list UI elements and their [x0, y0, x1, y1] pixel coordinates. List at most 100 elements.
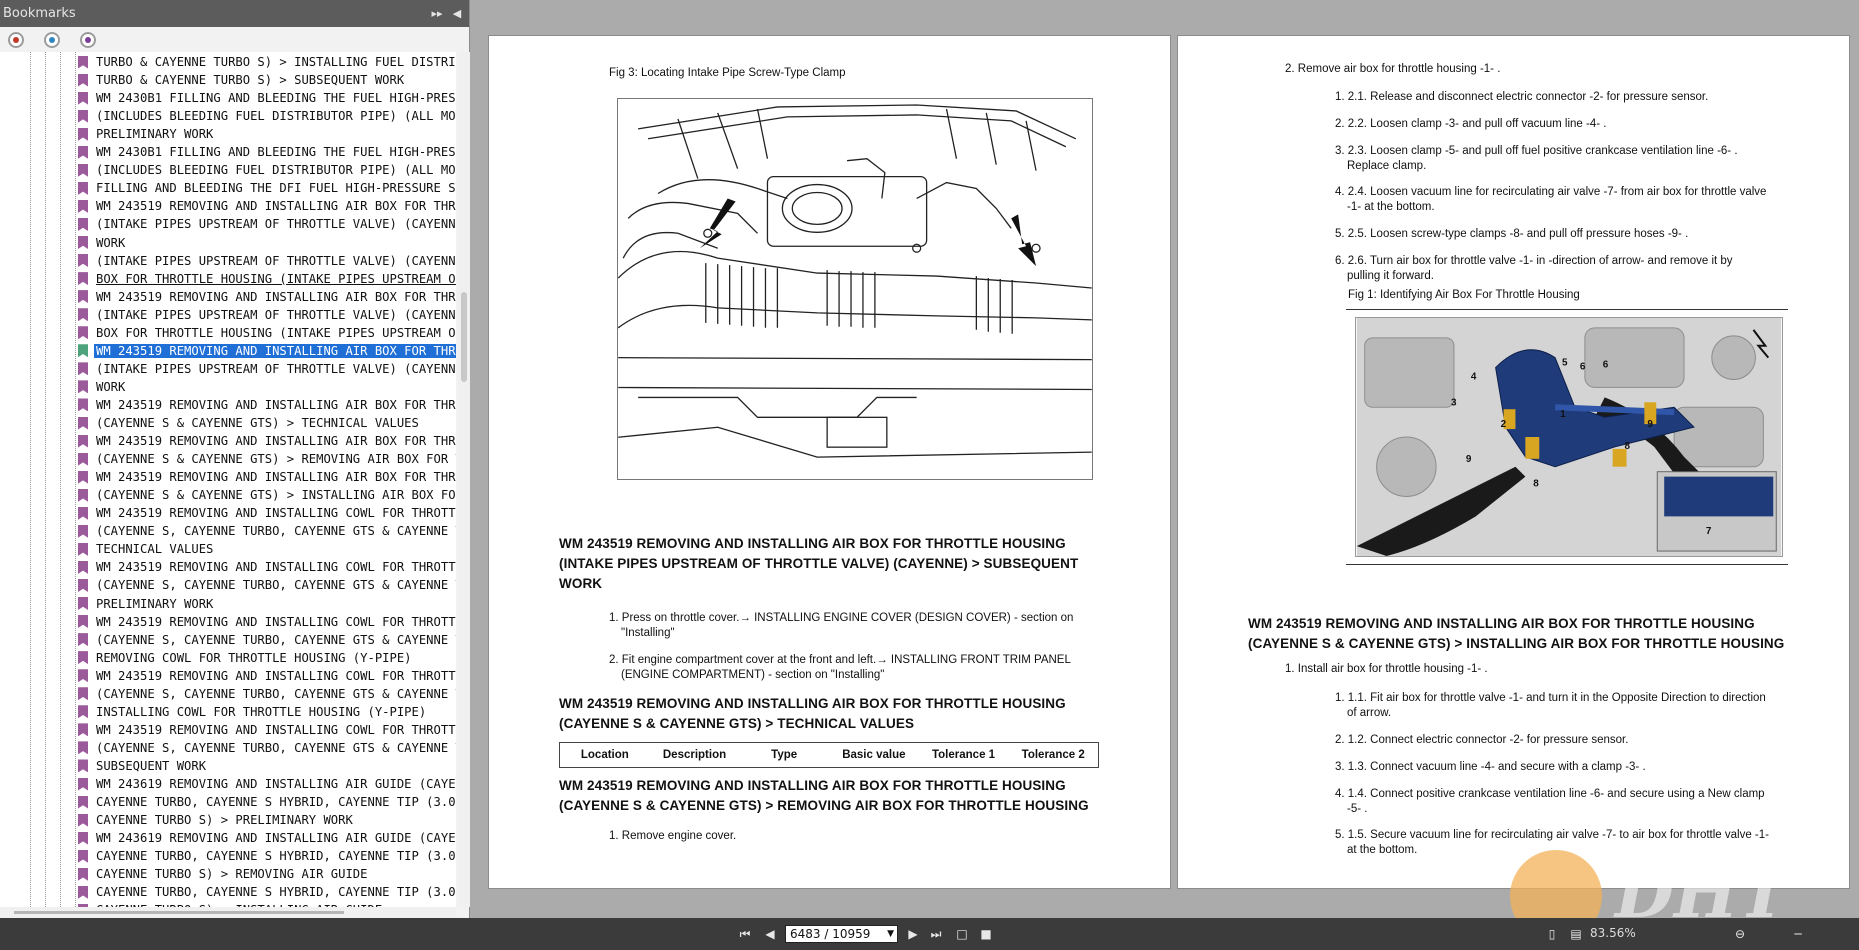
continuous-view-icon[interactable]: ▤ [1568, 926, 1584, 942]
bookmark-icon [78, 416, 88, 430]
bookmark-label: PRELIMINARY WORK [96, 596, 214, 611]
bookmark-item[interactable]: INSTALLING COWL FOR THROTTLE HOUSING (Y-… [78, 703, 456, 721]
bookmark-icon [78, 290, 88, 304]
bookmark-item[interactable]: (INTAKE PIPES UPSTREAM OF THROTTLE VALVE… [78, 360, 456, 378]
bookmark-label: (CAYENNE S & CAYENNE GTS) > TECHNICAL VA… [96, 416, 419, 430]
page-number-input[interactable]: 6483 / 10959 ▼ [785, 925, 898, 943]
bookmark-item[interactable]: WORK [78, 234, 456, 252]
bookmarks-tree[interactable]: TURBO & CAYENNE TURBO S) > INSTALLING FU… [0, 52, 456, 907]
bookmark-item[interactable]: WM 243519 REMOVING AND INSTALLING AIR BO… [78, 432, 456, 450]
bookmark-icon [78, 55, 88, 69]
bookmark-label: WM 243519 REMOVING AND INSTALLING AIR BO… [96, 470, 456, 485]
bookmarks-horizontal-scrollbar[interactable] [0, 907, 456, 918]
first-page-icon[interactable]: ⏮ [737, 926, 753, 942]
bookmark-item[interactable]: WORK [78, 378, 456, 396]
bookmark-item[interactable]: (CAYENNE S & CAYENNE GTS) > TECHNICAL VA… [78, 414, 456, 432]
bookmark-icon [78, 831, 88, 845]
bookmark-label: WM 243519 REMOVING AND INSTALLING AIR BO… [96, 434, 456, 449]
fig1-label-4: 4 [1471, 371, 1477, 382]
bookmark-icon [78, 326, 88, 340]
bookmark-item[interactable]: WM 243519 REMOVING AND INSTALLING AIR BO… [78, 396, 456, 414]
bookmark-item[interactable]: WM 243519 REMOVING AND INSTALLING AIR BO… [78, 288, 456, 306]
bookmark-icon [78, 705, 88, 719]
bookmark-item[interactable]: WM 2430B1 FILLING AND BLEEDING THE FUEL … [78, 143, 456, 161]
bookmark-item[interactable]: WM 243619 REMOVING AND INSTALLING AIR GU… [78, 829, 456, 847]
bookmark-item[interactable]: TURBO & CAYENNE TURBO S) > SUBSEQUENT WO… [78, 71, 456, 89]
bookmark-item[interactable]: (INCLUDES BLEEDING FUEL DISTRIBUTOR PIPE… [78, 107, 456, 125]
status-bar: ⏮ ◀ 6483 / 10959 ▼ ▶ ⏭ □ ■ ▯ ▤ 83.56% ⊖ … [0, 918, 1859, 950]
previous-view-icon[interactable]: □ [954, 926, 970, 942]
bookmark-item[interactable]: (INTAKE PIPES UPSTREAM OF THROTTLE VALVE… [78, 306, 456, 324]
bookmark-item[interactable]: CAYENNE TURBO S) > REMOVING AIR GUIDE [78, 865, 456, 883]
fig1-label-9a: 9 [1647, 419, 1653, 430]
bookmark-item[interactable]: (CAYENNE S, CAYENNE TURBO, CAYENNE GTS &… [78, 739, 456, 757]
bookmark-item[interactable]: WM 243519 REMOVING AND INSTALLING AIR BO… [78, 197, 456, 215]
bookmark-label: WM 243519 REMOVING AND INSTALLING COWL F… [96, 506, 456, 521]
bookmark-item[interactable]: CAYENNE TURBO, CAYENNE S HYBRID, CAYENNE… [78, 793, 456, 811]
table-header-location: Location [580, 749, 629, 761]
bookmark-item[interactable]: WM 243519 REMOVING AND INSTALLING COWL F… [78, 613, 456, 631]
bookmarks-vertical-scrollbar[interactable] [458, 52, 470, 907]
expand-panel-icon[interactable]: ▸▸ [429, 6, 445, 22]
zoom-slider-icon[interactable]: ─ [1790, 926, 1806, 942]
bookmark-item[interactable]: TURBO & CAYENNE TURBO S) > INSTALLING FU… [78, 53, 456, 71]
collapse-bookmark-icon[interactable] [44, 31, 60, 48]
bookmark-item[interactable]: WM 243519 REMOVING AND INSTALLING AIR BO… [78, 468, 456, 486]
collapse-panel-icon[interactable]: ◀ [449, 6, 465, 22]
bookmark-icon [78, 181, 88, 195]
page-dropdown-icon[interactable]: ▼ [887, 929, 894, 939]
bookmark-icon [78, 795, 88, 809]
bookmark-icon [78, 669, 88, 683]
bookmark-icon [78, 199, 88, 213]
bookmark-label: SUBSEQUENT WORK [96, 758, 207, 773]
bookmark-item[interactable]: WM 243519 REMOVING AND INSTALLING COWL F… [78, 721, 456, 739]
expand-bookmark-icon[interactable] [8, 31, 24, 48]
bookmark-item[interactable]: (INTAKE PIPES UPSTREAM OF THROTTLE VALVE… [78, 215, 456, 233]
bookmark-item[interactable]: WM 243519 REMOVING AND INSTALLING COWL F… [78, 667, 456, 685]
bookmark-item[interactable]: WM 243619 REMOVING AND INSTALLING AIR GU… [78, 775, 456, 793]
previous-page-icon[interactable]: ◀ [762, 926, 778, 942]
fig1-label-8b: 8 [1533, 479, 1539, 490]
bookmark-item[interactable]: (CAYENNE S & CAYENNE GTS) > REMOVING AIR… [78, 450, 456, 468]
bookmark-item[interactable]: PRELIMINARY WORK [78, 125, 456, 143]
bookmark-item[interactable]: (CAYENNE S, CAYENNE TURBO, CAYENNE GTS &… [78, 522, 456, 540]
bookmark-item[interactable]: (CAYENNE S, CAYENNE TURBO, CAYENNE GTS &… [78, 631, 456, 649]
bookmark-item[interactable]: CAYENNE TURBO S) > PRELIMINARY WORK [78, 811, 456, 829]
step-fit-engine-cover: 2. Fit engine compartment cover at the f… [609, 654, 1071, 681]
bookmark-item[interactable]: REMOVING COWL FOR THROTTLE HOUSING (Y-PI… [78, 649, 456, 667]
bookmark-icon [78, 597, 88, 610]
bookmark-item[interactable]: (CAYENNE S, CAYENNE TURBO, CAYENNE GTS &… [78, 576, 456, 594]
zoom-level[interactable]: 83.56% [1590, 926, 1636, 940]
bookmark-item[interactable]: BOX FOR THROTTLE HOUSING (INTAKE PIPES U… [78, 270, 456, 288]
bookmark-item[interactable]: SUBSEQUENT WORK [78, 757, 456, 775]
bookmark-item[interactable]: (INTAKE PIPES UPSTREAM OF THROTTLE VALVE… [78, 252, 456, 270]
bookmark-label: WM 243519 REMOVING AND INSTALLING AIR BO… [96, 397, 456, 412]
bookmark-item[interactable]: CAYENNE TURBO, CAYENNE S HYBRID, CAYENNE… [78, 883, 456, 901]
bookmark-icon [78, 344, 88, 358]
single-page-view-icon[interactable]: ▯ [1544, 926, 1560, 942]
next-view-icon[interactable]: ■ [978, 926, 994, 942]
bookmark-item[interactable]: FILLING AND BLEEDING THE DFI FUEL HIGH-P… [78, 179, 456, 197]
bookmark-label: WM 2430B1 FILLING AND BLEEDING THE FUEL … [96, 91, 456, 106]
bookmark-item[interactable]: TECHNICAL VALUES [78, 540, 456, 558]
table-header-type: Type [771, 749, 798, 761]
next-page-icon[interactable]: ▶ [905, 926, 921, 942]
panel-splitter[interactable] [470, 0, 475, 918]
bookmark-item[interactable]: WM 2430B1 FILLING AND BLEEDING THE FUEL … [78, 89, 456, 107]
bookmark-item[interactable]: WM 243519 REMOVING AND INSTALLING COWL F… [78, 504, 456, 522]
bookmark-item[interactable]: WM 243519 REMOVING AND INSTALLING COWL F… [78, 558, 456, 576]
bookmark-icon [78, 163, 88, 177]
bookmark-item[interactable]: (CAYENNE S, CAYENNE TURBO, CAYENNE GTS &… [78, 685, 456, 703]
bookmark-item[interactable]: (CAYENNE S & CAYENNE GTS) > INSTALLING A… [78, 486, 456, 504]
bookmark-item[interactable]: (INCLUDES BLEEDING FUEL DISTRIBUTOR PIPE… [78, 161, 456, 179]
substep-2-4: 4. 2.4. Loosen vacuum line for recircula… [1335, 186, 1767, 213]
fig1-label-6b: 6 [1603, 360, 1609, 371]
find-bookmark-icon[interactable] [80, 31, 96, 48]
bookmark-item[interactable]: BOX FOR THROTTLE HOUSING (INTAKE PIPES U… [78, 324, 456, 342]
last-page-icon[interactable]: ⏭ [928, 926, 944, 942]
bookmark-item[interactable]: PRELIMINARY WORK [78, 595, 456, 613]
zoom-out-icon[interactable]: ⊖ [1732, 926, 1748, 942]
bookmark-item[interactable]: WM 243519 REMOVING AND INSTALLING AIR BO… [78, 342, 456, 360]
bookmark-item[interactable]: CAYENNE TURBO, CAYENNE S HYBRID, CAYENNE… [78, 847, 456, 865]
bookmark-label: TURBO & CAYENNE TURBO S) > INSTALLING FU… [96, 55, 456, 69]
